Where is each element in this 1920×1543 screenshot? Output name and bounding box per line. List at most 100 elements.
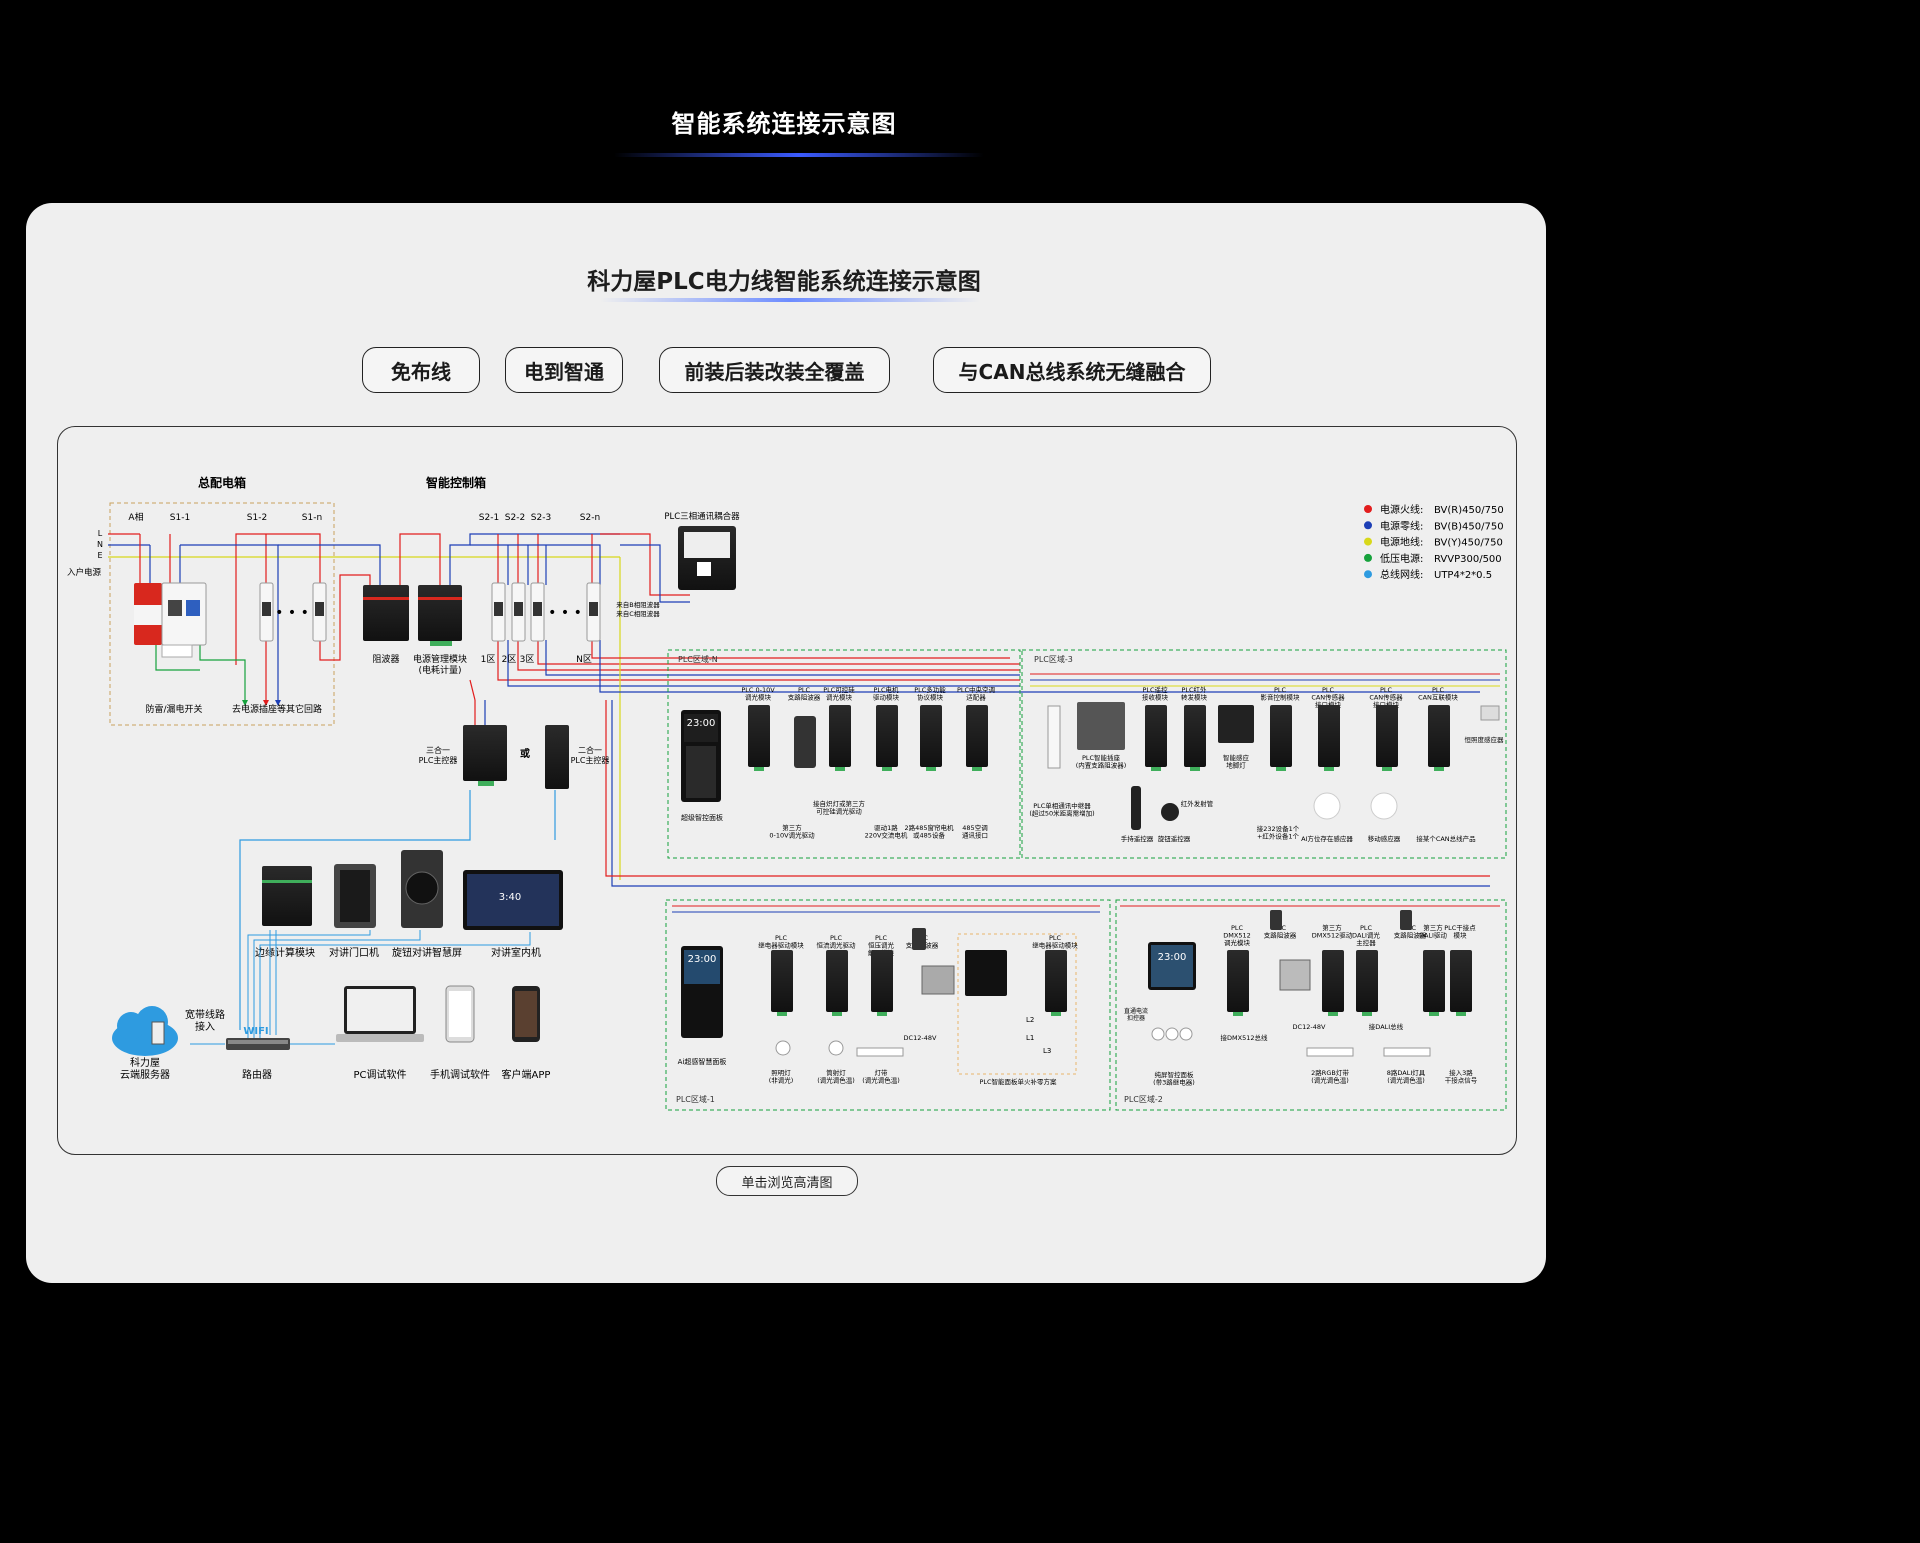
label-s1-1: S1-1 bbox=[170, 513, 190, 523]
zone-2-module-label: 第三方 DMX512驱动 bbox=[1312, 923, 1353, 940]
dmx-driver bbox=[1279, 959, 1311, 991]
plc-module-terminal bbox=[882, 767, 892, 771]
breaker-s1-2 bbox=[259, 582, 274, 642]
controller-3in1 bbox=[463, 725, 507, 786]
line-label: L2 bbox=[1026, 1016, 1034, 1024]
zone-3-module-label: PLC 影音控制模块 bbox=[1261, 686, 1301, 702]
plc-module-terminal bbox=[1324, 767, 1334, 771]
plc-module-terminal bbox=[1434, 767, 1444, 771]
intercom-door-unit bbox=[334, 864, 376, 928]
smart-panel-2 bbox=[965, 950, 1007, 996]
zone-3-note: 手持遥控器 bbox=[1121, 834, 1154, 843]
label-zone-1: 1区 bbox=[481, 654, 496, 665]
legend-label: 总线网线: bbox=[1380, 568, 1423, 581]
system-diagram: 总配电箱 智能控制箱 A相 S1-1 S1-2 S1-n L N E 入户电源 bbox=[67, 475, 1507, 1111]
zone-n-module-label: PLC多功能协议模块 bbox=[914, 685, 946, 702]
plc-module bbox=[1318, 705, 1340, 767]
zone-2-panel-label: 纯屏智控面板(带3路继电器) bbox=[1153, 1070, 1195, 1087]
label-zone-3: 3区 bbox=[520, 654, 535, 665]
zone-3-note: 移动感应器 bbox=[1368, 834, 1401, 843]
label-cloud-1: 科力屋 bbox=[130, 1056, 160, 1069]
plc-module bbox=[1376, 705, 1398, 767]
plc-module bbox=[826, 950, 848, 1012]
wave-filter bbox=[363, 585, 409, 641]
label-lightning-switch: 防雷/漏电开关 bbox=[145, 703, 202, 715]
label-coupler-b: 来自B相阻波器 bbox=[616, 600, 660, 609]
label-client-app: 客户端APP bbox=[502, 1068, 551, 1081]
plc-module bbox=[966, 705, 988, 767]
plc-module-terminal bbox=[777, 1012, 787, 1016]
plc-module bbox=[1227, 950, 1249, 1012]
led-strip-icon bbox=[856, 1047, 904, 1057]
label-phone-software: 手机调试软件 bbox=[430, 1068, 490, 1081]
router-icon bbox=[226, 1038, 290, 1050]
label-ctrl3-1: 三合一 bbox=[426, 745, 450, 755]
zone-1-screen-time: 23:00 bbox=[688, 954, 717, 965]
legend-value: BV(B)450/750 bbox=[1434, 521, 1504, 532]
zone-n-module-label: PLC中央空调适配器 bbox=[957, 685, 995, 702]
plc-module bbox=[748, 705, 770, 767]
plc-module-terminal bbox=[1151, 767, 1161, 771]
plc-module-terminal bbox=[1190, 767, 1200, 771]
zone-3-note: 旋钮遥控器 bbox=[1158, 834, 1191, 843]
label-s2-2: S2-2 bbox=[505, 513, 525, 523]
plc-module bbox=[920, 705, 942, 767]
zone-3-note: 接232设备1个+红外设备1个 bbox=[1257, 824, 1300, 841]
plc-module-terminal bbox=[1456, 1012, 1466, 1016]
zone-3-note: 接某个CAN总线产品 bbox=[1416, 834, 1475, 843]
main-box-title: 总配电箱 bbox=[198, 475, 246, 490]
legend-swatch bbox=[1364, 537, 1372, 546]
zone-1-note: 筒射灯(调光调色温) bbox=[817, 1068, 855, 1085]
zone-1-module-label: PLC 继电器驱动模块 bbox=[1032, 934, 1078, 950]
label-router: 路由器 bbox=[242, 1068, 272, 1081]
plc-module-terminal bbox=[877, 1012, 887, 1016]
label-zone-2: 2区 bbox=[502, 654, 517, 665]
zone-1-note: 灯带(调光调色温) bbox=[862, 1068, 900, 1085]
zone-3-note: PLC单相通讯中继器(超过50米距离需增加) bbox=[1029, 801, 1094, 818]
breakers-s2 bbox=[491, 582, 601, 642]
knob-smart-screen bbox=[401, 850, 443, 928]
rgb-strip-icon bbox=[1306, 1047, 1354, 1057]
zone-2-buttons bbox=[1151, 1027, 1193, 1041]
legend-value: BV(Y)450/750 bbox=[1434, 538, 1503, 549]
plc-module-terminal bbox=[1328, 1012, 1338, 1016]
zone-1-note: DC12-48V bbox=[904, 1034, 937, 1042]
zone-1-module-label: PLC 继电器驱动模块 bbox=[758, 934, 804, 950]
label-coupler-c: 来自C相阻波器 bbox=[616, 609, 660, 618]
zone-n-note: 第三方 0-10V调光驱动 bbox=[769, 823, 815, 840]
control-box-title: 智能控制箱 bbox=[425, 475, 486, 490]
zone-3-note: 红外发射管 bbox=[1181, 799, 1214, 808]
plc-module-terminal bbox=[754, 767, 764, 771]
phone-icon-2 bbox=[512, 986, 540, 1042]
label-n: N bbox=[97, 540, 103, 549]
plc-module-terminal bbox=[926, 767, 936, 771]
plc-module-terminal bbox=[835, 767, 845, 771]
zone-2-title: PLC区域-2 bbox=[1124, 1094, 1163, 1104]
branch-filter bbox=[912, 928, 926, 950]
label-door-unit: 对讲门口机 bbox=[329, 946, 379, 959]
zone-n-module-label: PLC 支路阻波器 bbox=[788, 686, 821, 702]
ellipsis: • • • bbox=[275, 605, 309, 621]
zone-1-note: PLC智能面板单火补零方案 bbox=[979, 1077, 1057, 1086]
zone-n-note: 接自炽灯或第三方可控硅调光驱动 bbox=[813, 799, 866, 816]
controller-2in1 bbox=[545, 725, 569, 789]
zone-n-module-label: PLC 0-10V 调光模块 bbox=[741, 686, 775, 702]
branch-filter bbox=[1270, 910, 1282, 930]
line-label: L3 bbox=[1043, 1047, 1051, 1055]
spotlight-icon bbox=[828, 1040, 844, 1056]
label-s1-2: S1-2 bbox=[247, 513, 267, 523]
plc-module bbox=[1322, 950, 1344, 1012]
zone-3-module-label: PLC红外转发模块 bbox=[1181, 685, 1208, 702]
zone-1-module-label: PLC 恒流调光驱动 bbox=[817, 934, 857, 950]
label-or: 或 bbox=[520, 747, 530, 760]
plc-module-terminal bbox=[1276, 767, 1286, 771]
plc-module-terminal bbox=[1233, 1012, 1243, 1016]
view-hd-button[interactable]: 单击浏览高清图 bbox=[716, 1166, 858, 1196]
label-zone-n: N区 bbox=[576, 654, 592, 665]
edge-compute-module bbox=[262, 866, 312, 926]
pure-screen-panel bbox=[1148, 942, 1196, 990]
zone-n-screen-time: 23:00 bbox=[687, 718, 716, 729]
legend: 电源火线: BV(R)450/750 电源零线: BV(B)450/750 电源地线: B… bbox=[1364, 503, 1504, 581]
zone-1-modules: PLC继电器驱动模块PLC恒流调光驱动PLC恒压调光解码模块PLC支路阻波器PL… bbox=[758, 928, 1078, 1086]
label-e: E bbox=[97, 551, 102, 560]
